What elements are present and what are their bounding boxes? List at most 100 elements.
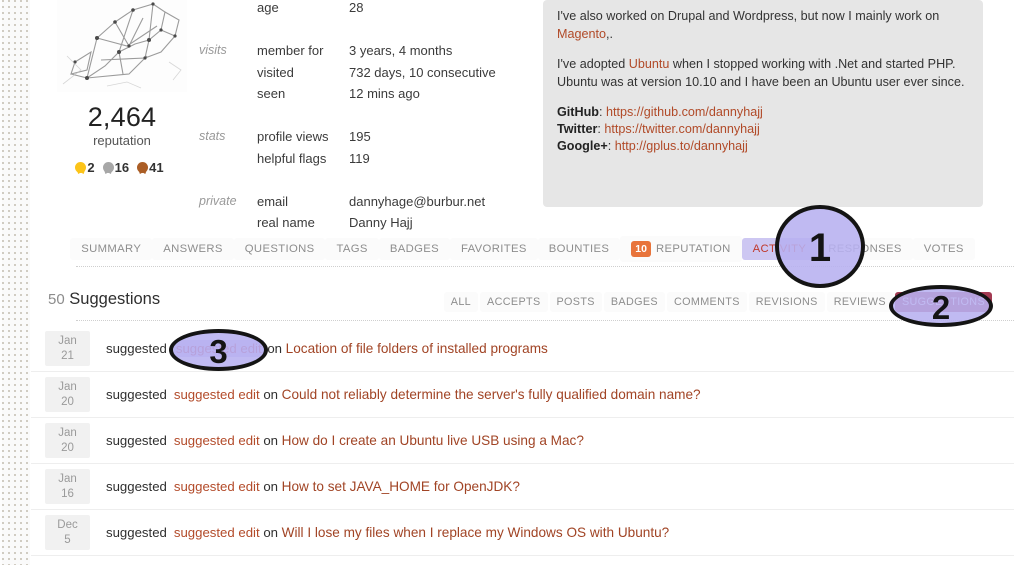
stats-value: 195: [349, 129, 371, 144]
activity-date-day: 20: [61, 396, 74, 408]
subtab-all[interactable]: ALL: [443, 292, 479, 312]
suggested-edit-link[interactable]: suggested edit: [174, 387, 260, 402]
stats-group-label: [199, 86, 257, 108]
tab-label: REPUTATION: [655, 242, 731, 255]
stats-table: age 28 visits member for 3 years, 4 months vi…: [199, 0, 529, 237]
stats-value: Danny Hajj: [349, 215, 413, 230]
activity-date-month: Jan: [58, 381, 77, 393]
stats-key: profile views: [257, 129, 329, 144]
stats-spacer: [199, 108, 529, 130]
about-link-url[interactable]: http://gplus.to/dannyhajj: [615, 139, 748, 153]
page-content: 2,464 reputation 2 16 41 age 28 visits m…: [31, 0, 1014, 565]
tab-label: FAVORITES: [461, 242, 527, 255]
suggested-edit-link[interactable]: suggested edit: [174, 433, 260, 448]
annotation-marker-2: 2: [889, 285, 993, 327]
activity-date: Jan 20: [45, 377, 90, 412]
tab-label: ANSWERS: [163, 242, 223, 255]
tab-bounties[interactable]: BOUNTIES: [537, 237, 621, 260]
about-link-colon: :: [598, 105, 606, 119]
activity-verb: suggested: [106, 525, 167, 540]
stats-row: age 28: [199, 0, 529, 22]
subtab-accepts[interactable]: ACCEPTS: [480, 292, 548, 312]
stats-value: 12 mins ago: [349, 86, 420, 101]
silver-badge-icon: [102, 162, 114, 173]
divider-top: [76, 266, 1014, 267]
reputation-change-badge: 10: [631, 240, 651, 257]
magento-link[interactable]: Magento: [557, 27, 606, 41]
tab-label: TAGS: [336, 242, 368, 255]
bronze-badge-icon: [137, 162, 149, 173]
tab-questions[interactable]: QUESTIONS: [233, 237, 326, 260]
reputation-label: reputation: [93, 133, 151, 148]
subtab-posts[interactable]: POSTS: [549, 292, 602, 312]
about-me-box: I've also worked on Drupal and Wordpress…: [543, 0, 983, 207]
activity-row: Jan 16 suggested suggested edit on How to s…: [31, 464, 1014, 510]
profile-stats-table: age 28 visits member for 3 years, 4 months vi…: [199, 0, 529, 237]
activity-on-word: on: [259, 433, 282, 448]
about-link-row: GitHub: https://github.com/dannyhajj: [557, 104, 969, 121]
gold-badge-group[interactable]: 2: [75, 160, 95, 175]
stats-group-label: stats: [199, 129, 226, 143]
annotation-marker-3: 3: [169, 329, 268, 371]
stats-row: private email dannyhage@burbur.net: [199, 194, 529, 216]
about-social-links: GitHub: https://github.com/dannyhajj Twit…: [557, 104, 969, 155]
stats-value: 3 years, 4 months: [349, 43, 453, 58]
subtab-comments[interactable]: COMMENTS: [666, 292, 747, 312]
tab-badges[interactable]: BADGES: [378, 237, 450, 260]
stats-value: dannyhage@burbur.net: [349, 193, 486, 209]
annotation-marker-1-label: 1: [808, 225, 832, 270]
stats-spacer: [199, 172, 529, 194]
subtab-badges[interactable]: BADGES: [603, 292, 665, 312]
badge-counts: 2 16 41: [47, 160, 197, 175]
stats-group-label: [199, 151, 257, 173]
stats-group-label: visits: [199, 43, 227, 57]
user-summary-column: 2,464 reputation 2 16 41: [47, 0, 197, 175]
silver-badge-group[interactable]: 16: [102, 160, 129, 175]
avatar[interactable]: [57, 0, 187, 92]
suggestions-header: 50 Suggestions ALL ACCEPTS POSTS BADGES COMM…: [31, 290, 1014, 316]
about-link-url[interactable]: https://github.com/dannyhajj: [606, 105, 763, 119]
activity-post-title-link[interactable]: How do I create an Ubuntu live USB using…: [282, 433, 584, 448]
activity-date-day: 20: [61, 442, 74, 454]
stats-group-label: private: [199, 193, 237, 208]
left-dotted-gutter: [0, 0, 31, 565]
activity-date: Dec 5: [45, 515, 90, 550]
subtab-revisions[interactable]: REVISIONS: [748, 292, 825, 312]
suggested-edit-link[interactable]: suggested edit: [174, 479, 260, 494]
stats-row: visited 732 days, 10 consecutive: [199, 65, 529, 87]
tab-favorites[interactable]: FAVORITES: [450, 237, 538, 260]
tab-answers[interactable]: ANSWERS: [152, 237, 234, 260]
about-link-url[interactable]: https://twitter.com/dannyhajj: [604, 122, 759, 136]
annotation-marker-3-label: 3: [209, 332, 228, 370]
stats-key: helpful flags: [257, 150, 327, 166]
tab-label: QUESTIONS: [244, 242, 315, 255]
tab-tags[interactable]: TAGS: [325, 237, 379, 260]
activity-on-word: on: [259, 525, 282, 540]
activity-body: suggested suggested edit on How to set JA…: [106, 479, 520, 494]
stats-row: helpful flags 119: [199, 151, 529, 173]
ubuntu-link[interactable]: Ubuntu: [629, 57, 670, 71]
activity-verb: suggested: [106, 479, 167, 494]
activity-post-title-link[interactable]: Location of file folders of installed pr…: [286, 341, 548, 356]
about-p1-after: ,.: [606, 26, 614, 41]
activity-date: Jan 20: [45, 423, 90, 458]
activity-date-month: Dec: [57, 519, 78, 531]
stats-value: 28: [349, 0, 364, 15]
profile-page: 2,464 reputation 2 16 41 age 28 visits m…: [0, 0, 1014, 565]
tab-summary[interactable]: SUMMARY: [70, 237, 153, 260]
activity-post-title-link[interactable]: Will I lose my files when I replace my W…: [282, 525, 670, 540]
activity-date-day: 21: [61, 350, 74, 362]
activity-body: suggested suggested edit on Will I lose m…: [106, 525, 669, 540]
activity-post-title-link[interactable]: How to set JAVA_HOME for OpenJDK?: [282, 479, 520, 494]
tab-votes[interactable]: VOTES: [912, 237, 975, 260]
bronze-badge-group[interactable]: 41: [137, 160, 164, 175]
subtab-reviews[interactable]: REVIEWS: [826, 292, 893, 312]
activity-post-title-link[interactable]: Could not reliably determine the server'…: [282, 387, 701, 402]
suggestions-count: 50: [48, 291, 65, 308]
about-link-colon: :: [607, 139, 615, 153]
gold-badge-count: 2: [87, 160, 95, 175]
suggested-edit-link[interactable]: suggested edit: [174, 525, 260, 540]
tab-label: SUMMARY: [81, 242, 142, 255]
stats-value: 732 days, 10 consecutive: [349, 64, 496, 80]
tab-reputation[interactable]: 10 REPUTATION: [620, 235, 742, 262]
